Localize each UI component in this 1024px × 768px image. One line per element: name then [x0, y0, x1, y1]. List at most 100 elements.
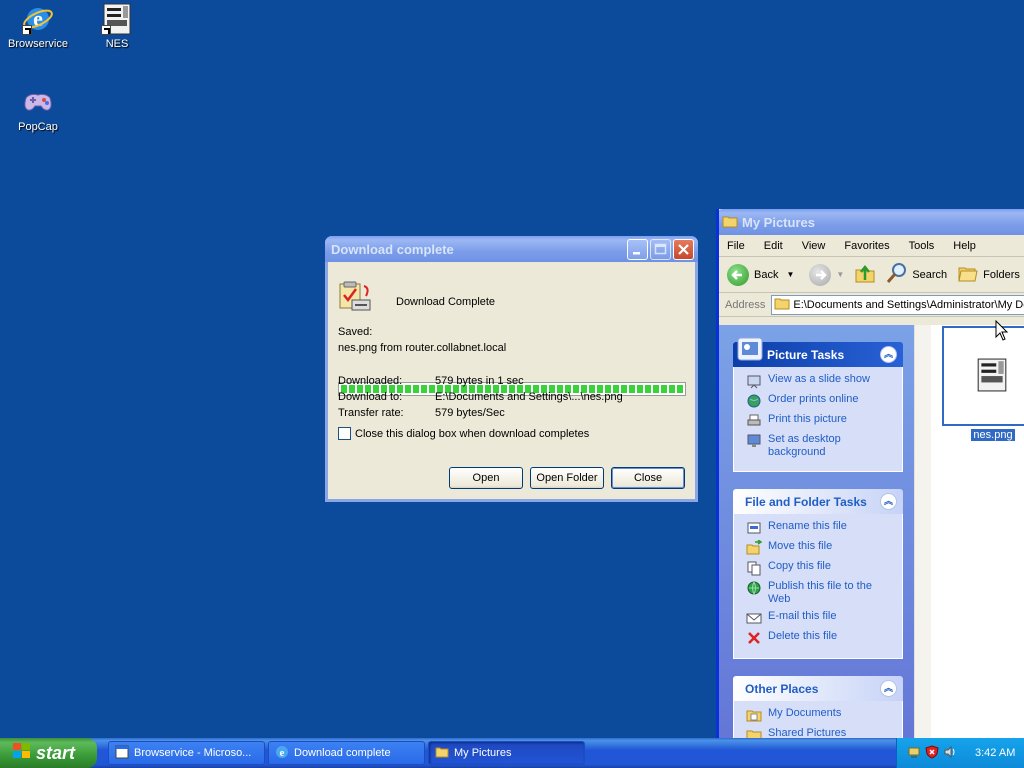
download-to-value: E:\Documents and Settings\...\nes.png: [435, 391, 623, 403]
picture-tasks-panel: Picture Tasks ︽ View as a slide show Ord…: [733, 337, 903, 472]
file-thumbnail: [942, 326, 1024, 426]
task-print-picture[interactable]: Print this picture: [746, 413, 902, 429]
taskbar-button-my-pictures[interactable]: My Pictures: [428, 741, 585, 765]
folders-icon: [957, 262, 979, 287]
minimize-button[interactable]: [627, 238, 648, 260]
folder-icon: [722, 214, 738, 231]
globe-icon: [746, 393, 762, 409]
transfer-rate-label: Transfer rate:: [338, 407, 404, 419]
close-window-button[interactable]: [673, 238, 694, 260]
open-folder-button[interactable]: Open Folder: [530, 467, 604, 489]
menu-help[interactable]: Help: [953, 240, 976, 252]
menu-file[interactable]: File: [727, 240, 745, 252]
download-complete-icon: [338, 280, 372, 315]
internet-explorer-icon: e: [22, 3, 54, 35]
up-folder-button[interactable]: [854, 262, 876, 287]
task-copy-file[interactable]: Copy this file: [746, 560, 902, 576]
desktop-icon-browservice[interactable]: e Browservice: [0, 3, 76, 50]
close-button[interactable]: Close: [611, 467, 685, 489]
download-complete-dialog: Download complete Download Complete Save…: [325, 236, 698, 502]
picture-tasks-list: View as a slide show Order prints online…: [733, 367, 903, 472]
task-delete-file[interactable]: Delete this file: [746, 630, 902, 646]
publish-web-icon: [746, 580, 762, 596]
maximize-button[interactable]: [650, 238, 671, 260]
dialog-body: Download Complete Saved: nes.png from ro…: [328, 262, 695, 499]
dialog-title: Download complete: [331, 241, 454, 257]
menu-view[interactable]: View: [802, 240, 826, 252]
search-icon: [886, 262, 908, 287]
slideshow-icon: [746, 373, 762, 389]
desktop-icon-popcap[interactable]: PopCap: [0, 86, 76, 133]
my-pictures-title-bar[interactable]: My Pictures: [719, 209, 1024, 235]
printer-icon: [746, 413, 762, 429]
place-my-documents[interactable]: My Documents: [746, 707, 902, 723]
collapse-chevron-icon[interactable]: ︽: [880, 346, 897, 363]
folders-button[interactable]: Folders: [957, 262, 1020, 287]
tray-volume-icon[interactable]: [943, 745, 957, 762]
checkbox-label: Close this dialog box when download comp…: [355, 427, 590, 440]
svg-text:e: e: [280, 747, 285, 759]
menu-bar: File Edit View Favorites Tools Help: [719, 235, 1024, 257]
transfer-rate-value: 579 bytes/Sec: [435, 407, 505, 419]
taskbar-button-browservice[interactable]: Browservice - Microso...: [108, 741, 265, 765]
downloaded-label: Downloaded:: [338, 375, 403, 387]
email-icon: [746, 610, 762, 626]
forward-button[interactable]: [809, 263, 832, 286]
task-view-slide-show[interactable]: View as a slide show: [746, 373, 902, 389]
file-item-nes-png[interactable]: nes.png: [942, 326, 1024, 441]
task-publish-file[interactable]: Publish this file to the Web: [746, 580, 902, 606]
desktop-icon-nes[interactable]: NES: [79, 3, 155, 50]
application-icon: [115, 745, 129, 762]
start-button[interactable]: start: [0, 738, 97, 768]
dialog-heading: Download Complete: [396, 296, 496, 308]
rename-icon: [746, 520, 762, 536]
window-title: My Pictures: [742, 214, 815, 230]
search-button[interactable]: Search: [886, 262, 947, 287]
file-folder-tasks-list: Rename this file Move this file Copy thi…: [733, 514, 903, 659]
desktop-icon-label: Browservice: [8, 38, 68, 50]
address-label: Address: [725, 298, 766, 311]
my-documents-icon: [746, 707, 762, 723]
other-places-header[interactable]: Other Places ︽: [733, 676, 903, 701]
menu-favorites[interactable]: Favorites: [844, 240, 889, 252]
task-order-prints[interactable]: Order prints online: [746, 393, 902, 409]
system-tray: 3:42 AM: [896, 738, 1024, 768]
clock[interactable]: 3:42 AM: [975, 747, 1015, 759]
task-move-file[interactable]: Move this file: [746, 539, 902, 556]
start-label: start: [36, 742, 76, 763]
open-button[interactable]: Open: [449, 467, 523, 489]
vertical-scrollbar[interactable]: [914, 325, 931, 749]
delete-icon: [746, 630, 762, 646]
file-folder-tasks-header[interactable]: File and Folder Tasks ︽: [733, 489, 903, 514]
dialog-title-bar[interactable]: Download complete: [325, 236, 698, 262]
address-input[interactable]: E:\Documents and Settings\Administrator\…: [771, 294, 1024, 315]
menu-edit[interactable]: Edit: [764, 240, 783, 252]
address-bar: Address E:\Documents and Settings\Admini…: [719, 293, 1024, 317]
copy-icon: [746, 560, 762, 576]
file-folder-tasks-panel: File and Folder Tasks ︽ Rename this file…: [733, 489, 903, 659]
folder-icon: [435, 745, 449, 762]
picture-tasks-header[interactable]: Picture Tasks ︽: [733, 337, 903, 367]
back-button[interactable]: Back ▼: [727, 263, 794, 286]
tray-security-shield-icon[interactable]: [925, 744, 939, 762]
task-pane: Picture Tasks ︽ View as a slide show Ord…: [719, 325, 914, 749]
gamepad-icon: [22, 86, 54, 118]
saved-text: nes.png from router.collabnet.local: [338, 342, 507, 354]
close-when-complete-option: Close this dialog box when download comp…: [338, 427, 589, 440]
collapse-chevron-icon[interactable]: ︽: [880, 680, 897, 697]
nes-console-icon: [101, 3, 133, 35]
task-rename-file[interactable]: Rename this file: [746, 520, 902, 536]
saved-label: Saved:: [338, 326, 373, 338]
mouse-cursor-icon: [995, 319, 1009, 345]
toolbar: Back ▼ ▼ Search Folders: [719, 257, 1024, 293]
desktop-icon-label: NES: [105, 38, 129, 50]
close-when-complete-checkbox[interactable]: [338, 427, 351, 440]
taskbar-button-download-complete[interactable]: e Download complete: [268, 741, 425, 765]
task-set-desktop-background[interactable]: Set as desktop background: [746, 433, 902, 459]
collapse-chevron-icon[interactable]: ︽: [880, 493, 897, 510]
tray-network-icon[interactable]: [907, 745, 921, 762]
back-arrow-icon: [727, 263, 749, 286]
menu-tools[interactable]: Tools: [909, 240, 935, 252]
task-email-file[interactable]: E-mail this file: [746, 610, 902, 626]
picture-tasks-icon: [736, 335, 764, 366]
